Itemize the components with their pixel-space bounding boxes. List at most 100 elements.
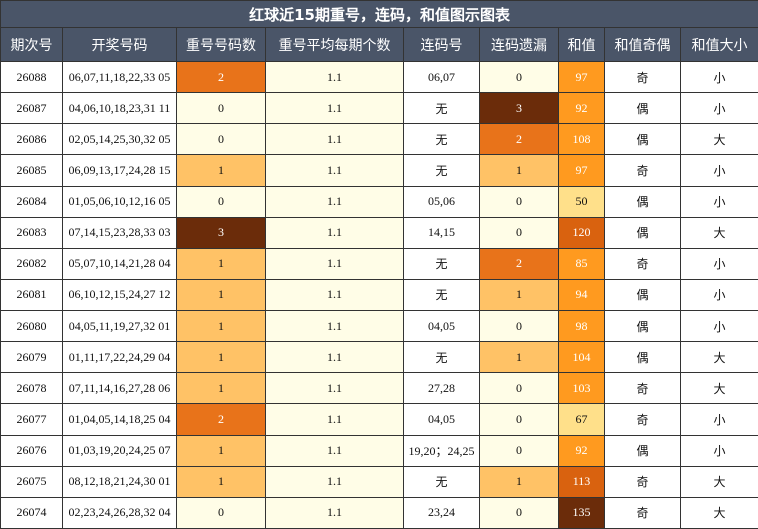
cell-consecutive: 无 [403, 123, 480, 156]
header-consecutive-miss: 连码遗漏 [479, 27, 559, 62]
table-row: 26086 02,05,14,25,30,32 05 0 1.1 无 2 108 偶大 [0, 123, 758, 156]
cell-consecutive: 04,05 [403, 309, 480, 343]
table-row: 26078 07,11,14,16,27,28 06 1 1.1 27,28 0 103 奇大 [0, 372, 758, 405]
cell-numbers: 08,12,18,21,24,30 01 [62, 465, 177, 498]
cell-sum-size: 小 [679, 434, 758, 467]
cell-consecutive: 27,28 [403, 372, 480, 405]
cell-issue: 26083 [0, 216, 63, 249]
header-sum-size: 和值大小 [679, 27, 758, 62]
cell-consecutive-miss: 0 [479, 434, 559, 467]
cell-sum-parity: 奇 [604, 60, 681, 94]
table-row: 26085 06,09,13,17,24,28 15 1 1.1 无 1 97 奇小 [0, 154, 758, 187]
cell-repeat-average: 1.1 [265, 341, 404, 374]
cell-issue: 26082 [0, 247, 63, 280]
cell-numbers: 01,03,19,20,24,25 07 [62, 434, 177, 467]
header-sum: 和值 [558, 27, 605, 62]
cell-sum: 104 [558, 341, 605, 374]
cell-numbers: 04,06,10,18,23,31 11 [62, 92, 177, 125]
cell-issue: 26088 [0, 60, 63, 94]
table-row: 26082 05,07,10,14,21,28 04 1 1.1 无 2 85 奇小 [0, 247, 758, 280]
cell-sum-parity: 偶 [604, 278, 681, 312]
cell-numbers: 06,07,11,18,22,33 05 [62, 60, 177, 94]
cell-repeat-average: 1.1 [265, 154, 404, 187]
cell-sum: 97 [558, 60, 605, 94]
cell-consecutive: 14,15 [403, 216, 480, 249]
cell-repeat-count: 0 [176, 185, 266, 218]
cell-sum-size: 大 [679, 123, 758, 156]
cell-numbers: 04,05,11,19,27,32 01 [62, 309, 177, 343]
cell-sum-parity: 偶 [604, 216, 681, 249]
cell-consecutive: 19,20；24,25 [403, 434, 480, 467]
cell-sum-size: 小 [679, 60, 758, 94]
cell-sum: 108 [558, 123, 605, 156]
cell-consecutive-miss: 1 [479, 341, 559, 374]
cell-issue: 26076 [0, 434, 63, 467]
cell-numbers: 05,07,10,14,21,28 04 [62, 247, 177, 280]
cell-numbers: 07,11,14,16,27,28 06 [62, 372, 177, 405]
cell-sum-size: 大 [679, 372, 758, 405]
cell-issue: 26078 [0, 372, 63, 405]
cell-consecutive-miss: 2 [479, 123, 559, 156]
table-row: 26079 01,11,17,22,24,29 04 1 1.1 无 1 104 偶大 [0, 341, 758, 374]
cell-issue: 26086 [0, 123, 63, 156]
cell-sum: 92 [558, 434, 605, 467]
cell-consecutive: 无 [403, 341, 480, 374]
table-row: 26076 01,03,19,20,24,25 07 1 1.1 19,20；24,25… [0, 434, 758, 467]
cell-repeat-average: 1.1 [265, 60, 404, 94]
cell-sum-parity: 偶 [604, 341, 681, 374]
cell-consecutive: 04,05 [403, 403, 480, 436]
cell-consecutive-miss: 0 [479, 372, 559, 405]
table-row: 26080 04,05,11,19,27,32 01 1 1.1 04,05 0 98 偶小 [0, 309, 758, 343]
cell-consecutive-miss: 0 [479, 185, 559, 218]
cell-repeat-count: 1 [176, 341, 266, 374]
cell-consecutive-miss: 0 [479, 403, 559, 436]
cell-sum: 85 [558, 247, 605, 280]
cell-numbers: 06,10,12,15,24,27 12 [62, 278, 177, 312]
header-row: 期次号 开奖号码 重号号码数 重号平均每期个数 连码号 连码遗漏 和值 和值奇偶… [0, 27, 758, 62]
cell-repeat-average: 1.1 [265, 123, 404, 156]
cell-sum: 94 [558, 278, 605, 312]
cell-sum-parity: 奇 [604, 403, 681, 436]
cell-repeat-count: 3 [176, 216, 266, 249]
cell-issue: 26085 [0, 154, 63, 187]
cell-sum-parity: 偶 [604, 309, 681, 343]
cell-sum-size: 小 [679, 154, 758, 187]
cell-sum-size: 小 [679, 185, 758, 218]
table-row: 26074 02,23,24,26,28,32 04 0 1.1 23,24 0 135 奇大 [0, 496, 758, 529]
cell-consecutive-miss: 1 [479, 465, 559, 498]
table-row: 26075 08,12,18,21,24,30 01 1 1.1 无 1 113 奇大 [0, 465, 758, 498]
table-row: 26088 06,07,11,18,22,33 05 2 1.1 06,07 0 97 奇小 [0, 60, 758, 94]
cell-consecutive: 05,06 [403, 185, 480, 218]
cell-sum-size: 小 [679, 278, 758, 312]
cell-sum: 50 [558, 185, 605, 218]
cell-repeat-count: 1 [176, 247, 266, 280]
cell-sum-size: 大 [679, 341, 758, 374]
cell-repeat-count: 1 [176, 434, 266, 467]
cell-repeat-average: 1.1 [265, 92, 404, 125]
cell-sum: 67 [558, 403, 605, 436]
cell-consecutive-miss: 2 [479, 247, 559, 280]
cell-consecutive-miss: 0 [479, 60, 559, 94]
cell-sum-size: 小 [679, 403, 758, 436]
cell-repeat-average: 1.1 [265, 496, 404, 529]
cell-numbers: 01,05,06,10,12,16 05 [62, 185, 177, 218]
cell-sum: 135 [558, 496, 605, 529]
cell-issue: 26087 [0, 92, 63, 125]
cell-numbers: 01,11,17,22,24,29 04 [62, 341, 177, 374]
cell-repeat-count: 1 [176, 465, 266, 498]
cell-consecutive-miss: 1 [479, 154, 559, 187]
cell-sum-parity: 奇 [604, 154, 681, 187]
cell-sum-parity: 奇 [604, 465, 681, 498]
cell-repeat-average: 1.1 [265, 185, 404, 218]
cell-repeat-count: 0 [176, 123, 266, 156]
cell-repeat-count: 0 [176, 92, 266, 125]
cell-consecutive-miss: 3 [479, 92, 559, 125]
header-numbers: 开奖号码 [62, 27, 177, 62]
cell-issue: 26084 [0, 185, 63, 218]
cell-issue: 26080 [0, 309, 63, 343]
cell-repeat-count: 1 [176, 278, 266, 312]
table-row: 26084 01,05,06,10,12,16 05 0 1.1 05,06 0 50 偶小 [0, 185, 758, 218]
header-repeat-average: 重号平均每期个数 [265, 27, 404, 62]
cell-issue: 26074 [0, 496, 63, 529]
cell-sum: 92 [558, 92, 605, 125]
